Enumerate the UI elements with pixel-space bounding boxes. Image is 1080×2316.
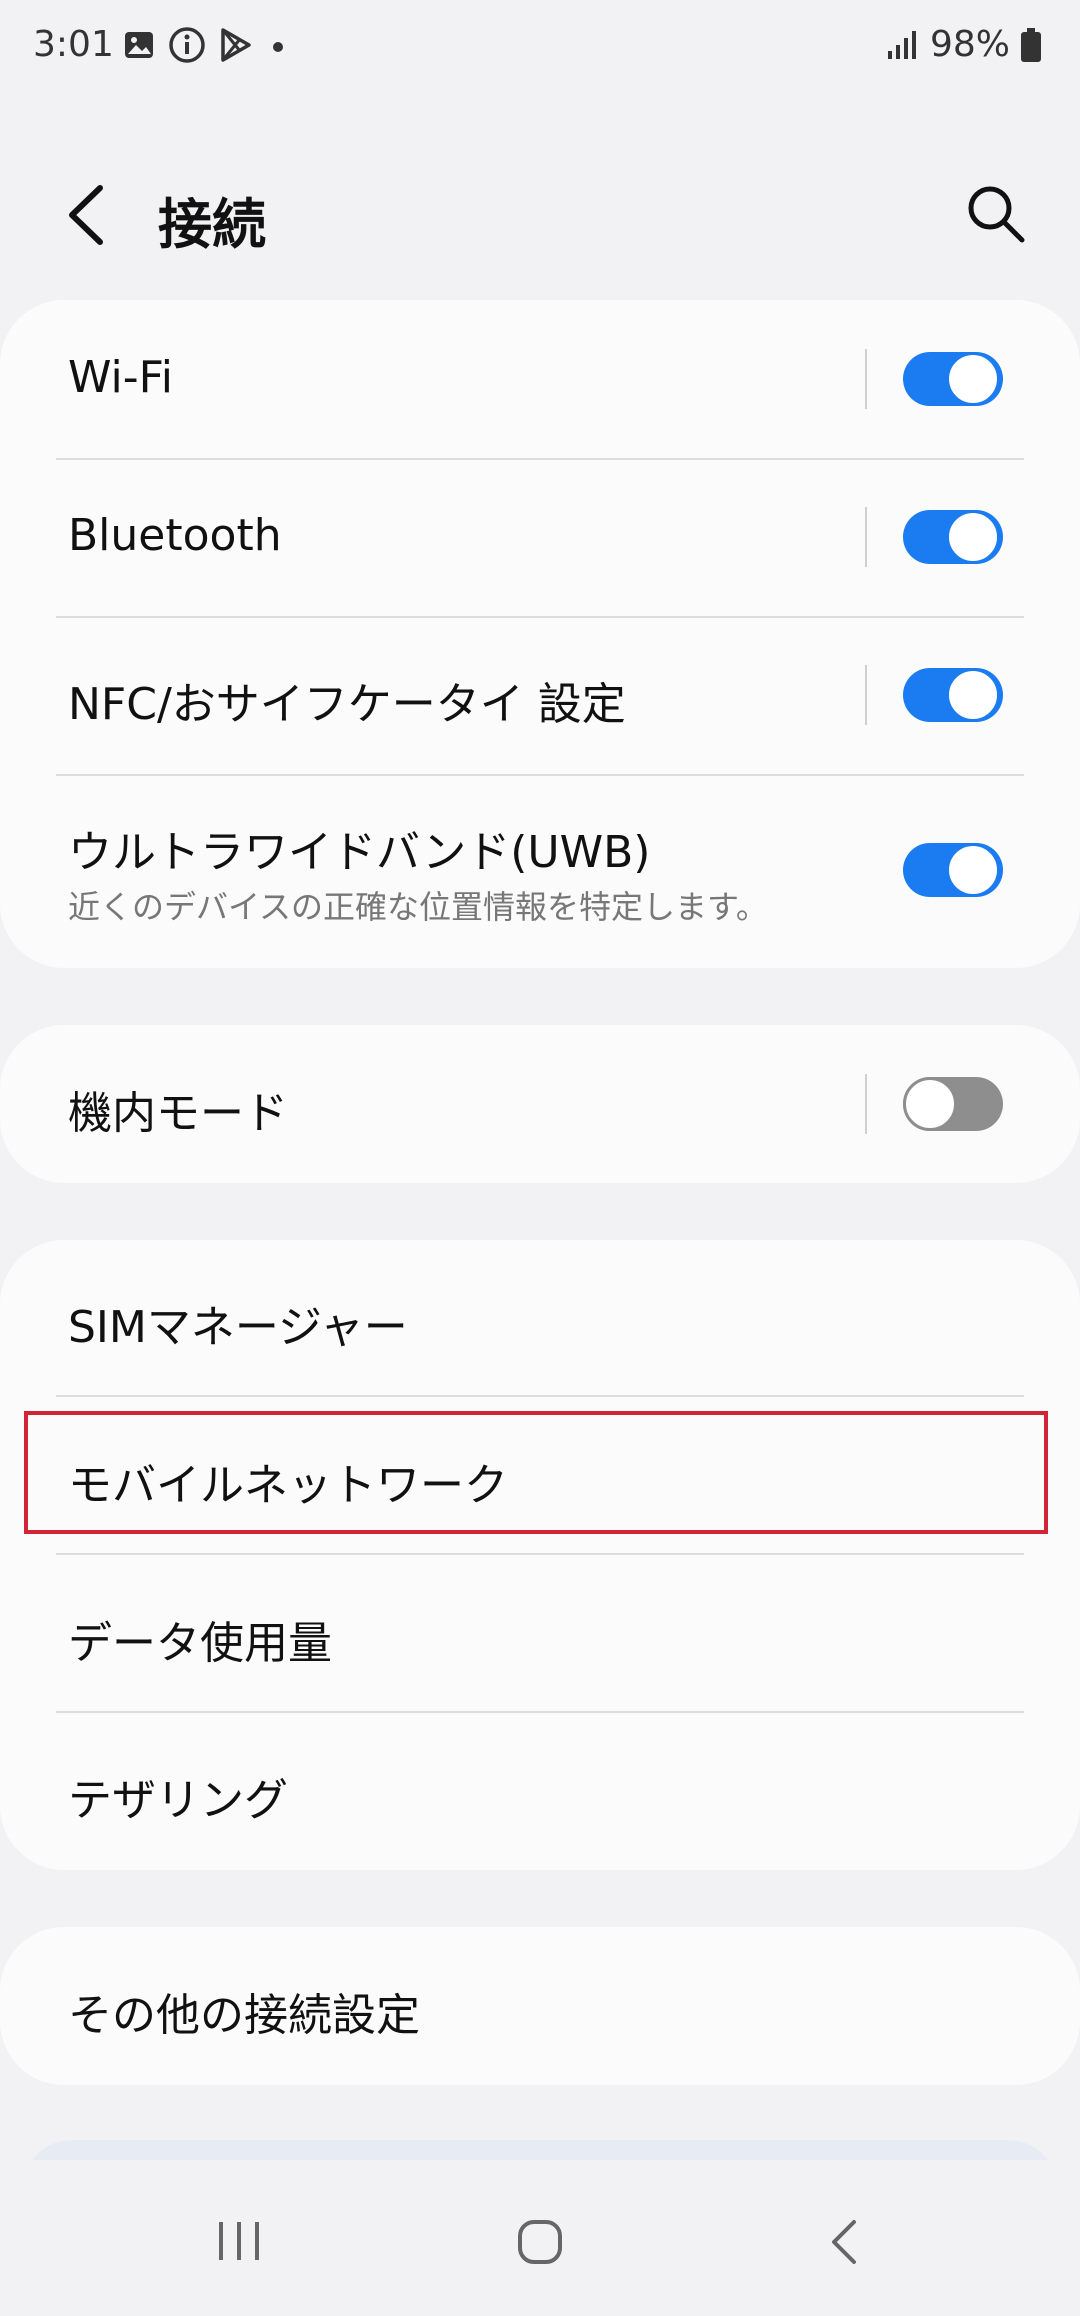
status-notification-icons (122, 26, 290, 64)
play-store-icon (221, 28, 251, 62)
info-icon (169, 27, 205, 63)
search-icon[interactable] (964, 182, 1028, 246)
tethering-row[interactable]: テザリング (0, 1713, 1080, 1870)
toggle-knob (946, 352, 1000, 406)
wifi-toggle[interactable] (903, 352, 1003, 406)
uwb-toggle[interactable] (903, 843, 1003, 897)
navigation-bar (0, 2160, 1080, 2316)
gallery-icon (125, 32, 153, 58)
back-nav-icon[interactable] (826, 2218, 862, 2266)
network-card: SIMマネージャー モバイルネットワーク データ使用量 テザリング (0, 1240, 1080, 1870)
nfc-row[interactable]: NFC/おサイフケータイ 設定 (0, 618, 1080, 774)
wifi-label: Wi-Fi (68, 352, 173, 403)
toggle-knob (946, 668, 1000, 722)
airplane-toggle[interactable] (903, 1077, 1003, 1131)
toggle-knob (903, 1077, 957, 1131)
more-connection-settings-row[interactable]: その他の接続設定 (0, 1927, 1080, 2085)
row-separator (865, 507, 867, 567)
airplane-row[interactable]: 機内モード (0, 1025, 1080, 1183)
tethering-label: テザリング (68, 1775, 288, 1826)
airplane-card: 機内モード (0, 1025, 1080, 1183)
toggle-knob (946, 510, 1000, 564)
wireless-card: Wi-Fi Bluetooth NFC/おサイフケータイ 設定 ウルトラワイドバ… (0, 300, 1080, 968)
data-usage-row[interactable]: データ使用量 (0, 1555, 1080, 1711)
more-connection-settings-label: その他の接続設定 (68, 1990, 420, 2041)
uwb-description: 近くのデバイスの正確な位置情報を特定します。 (68, 888, 768, 926)
uwb-label: ウルトラワイドバンド(UWB) (68, 827, 651, 878)
bluetooth-toggle[interactable] (903, 510, 1003, 564)
battery-icon (1021, 27, 1041, 62)
uwb-row[interactable]: ウルトラワイドバンド(UWB) 近くのデバイスの正確な位置情報を特定します。 (0, 776, 1080, 968)
home-icon[interactable] (516, 2218, 564, 2266)
signal-icon (887, 30, 916, 59)
data-usage-label: データ使用量 (68, 1618, 332, 1669)
more-card: その他の接続設定 (0, 1927, 1080, 2085)
row-separator (865, 1074, 867, 1134)
airplane-label: 機内モード (68, 1088, 288, 1139)
mobile-network-highlight (24, 1411, 1048, 1534)
sim-manager-row[interactable]: SIMマネージャー (0, 1240, 1080, 1395)
bluetooth-label: Bluetooth (68, 510, 282, 561)
bluetooth-row[interactable]: Bluetooth (0, 460, 1080, 616)
wifi-row[interactable]: Wi-Fi (0, 300, 1080, 458)
status-time: 3:01 (33, 24, 114, 65)
toggle-knob (946, 843, 1000, 897)
status-bar: 3:01 98% (0, 0, 1080, 96)
app-bar: 接続 (0, 150, 1080, 280)
row-separator (865, 349, 867, 409)
nfc-toggle[interactable] (903, 668, 1003, 722)
back-icon[interactable] (58, 180, 118, 250)
battery-percent: 98% (929, 24, 1010, 65)
row-separator (865, 665, 867, 725)
dot-icon (273, 42, 283, 52)
recent-apps-icon[interactable] (214, 2218, 264, 2264)
page-title: 接続 (158, 193, 266, 256)
nfc-label: NFC/おサイフケータイ 設定 (68, 679, 626, 730)
sim-manager-label: SIMマネージャー (68, 1302, 408, 1353)
status-right: 98% (886, 24, 1042, 65)
